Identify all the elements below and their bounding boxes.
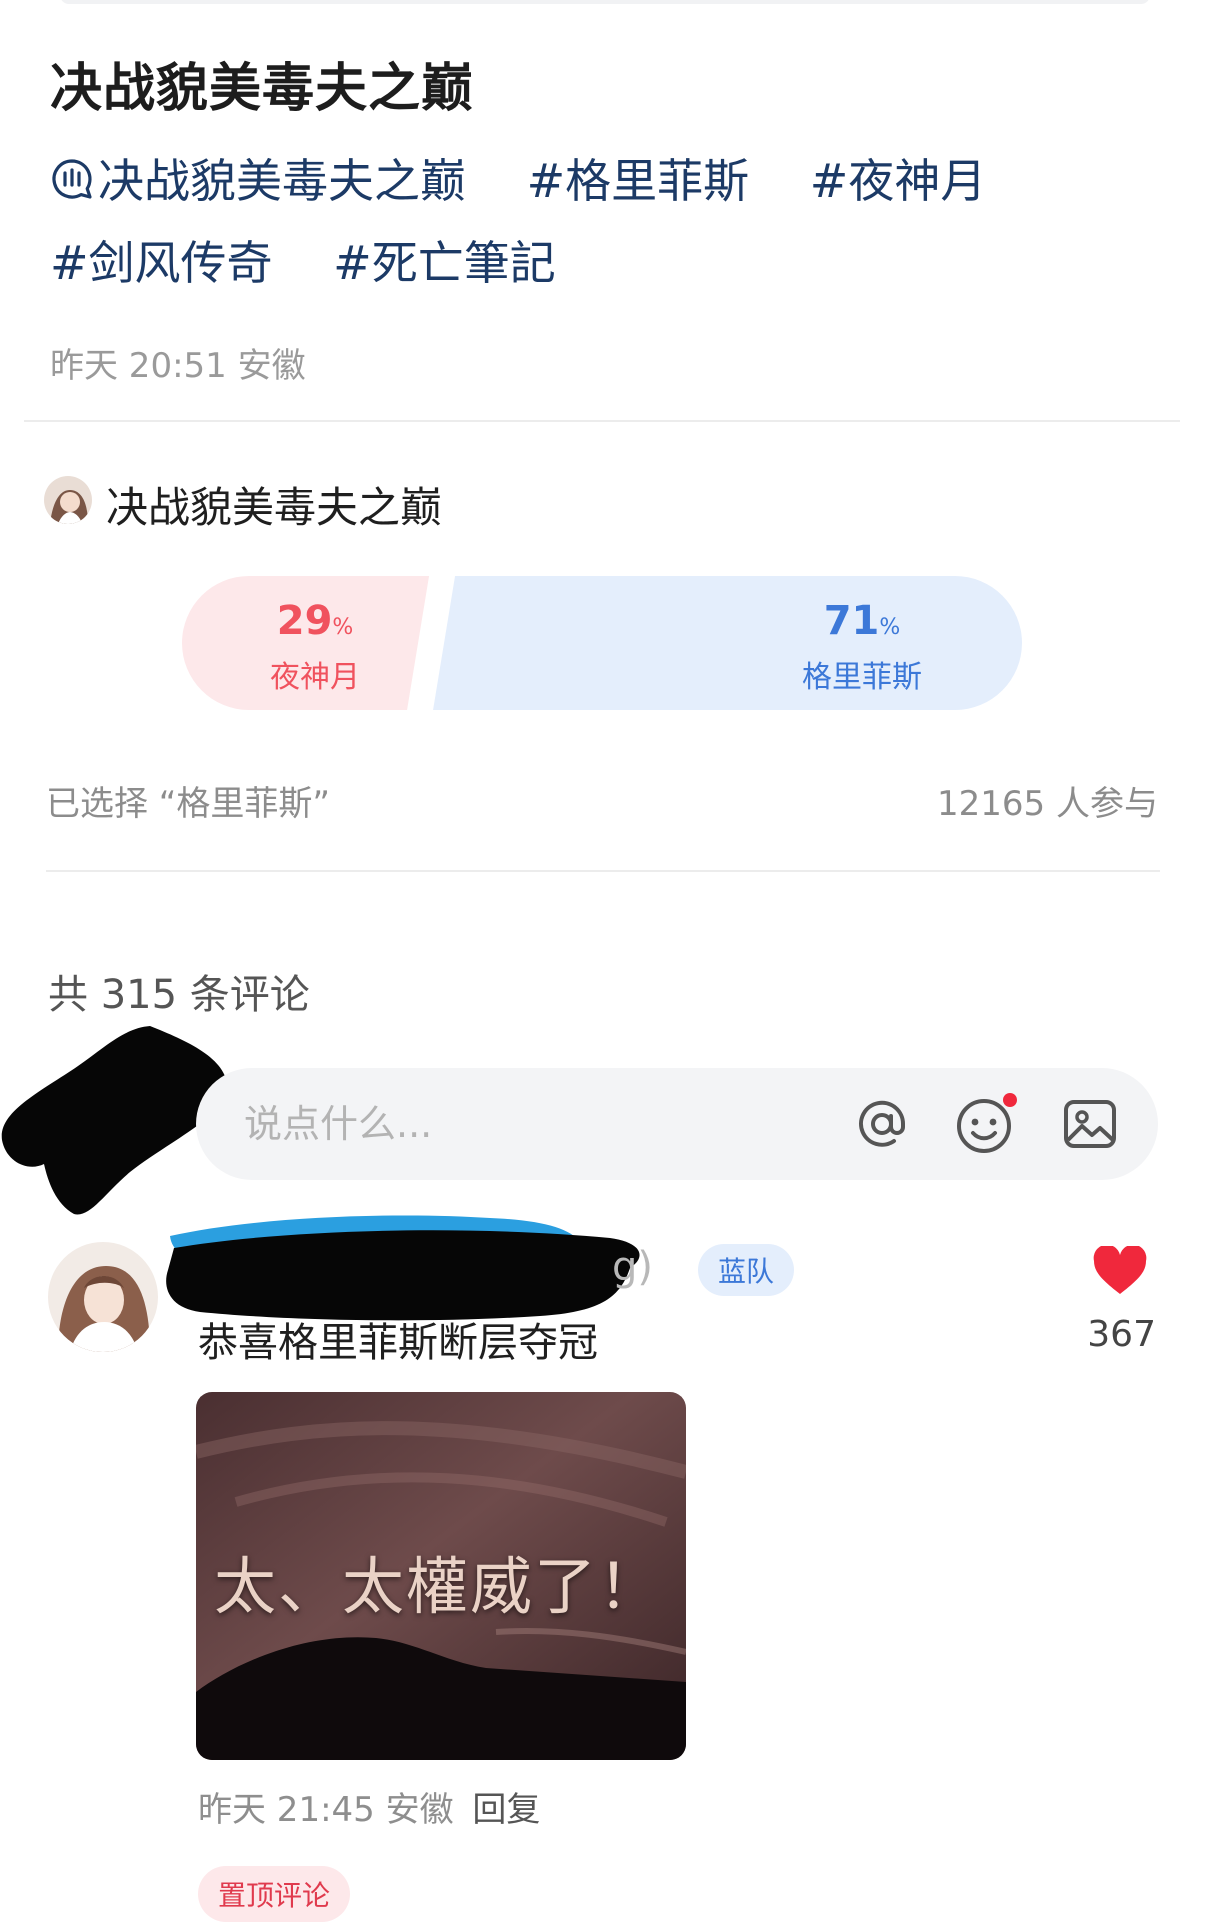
hashtag-yagami-light[interactable]: #夜神月 [810,154,987,208]
username-tail: g) [612,1244,653,1290]
comment-count-heading: 共 315 条评论 [48,972,310,1018]
comment-time: 昨天 21:45 [198,1790,375,1830]
top-card-edge [60,0,1150,4]
team-badge: 蓝队 [698,1244,795,1296]
comment-meta: 昨天 21:45 安徽 回复 [198,1782,540,1831]
post-tags: 决战貌美毒夫之巅 #格里菲斯 #夜神月 #剑风传奇 #死亡筆記 [50,142,1160,302]
topic-bubble-icon [50,146,94,224]
post-title: 决战貌美毒夫之巅 [50,59,475,119]
emoji-icon[interactable] [952,1090,1020,1158]
commenter-avatar[interactable] [48,1242,158,1352]
poll-divider [46,870,1160,872]
post-time: 昨天 20:51 [50,346,227,386]
poll-option-percent: 71% [823,598,901,644]
poll-bars: 29% 夜神月 71% 格里菲斯 [182,576,1022,710]
topic-tag[interactable]: 决战貌美毒夫之巅 [50,154,466,208]
at-icon[interactable] [848,1090,916,1158]
poll-title: 决战貌美毒夫之巅 [106,483,443,532]
new-dot-indicator [1003,1093,1017,1107]
comment-input-bar [196,1068,1158,1180]
poll-option-name: 夜神月 [270,660,361,695]
post-meta: 昨天 20:51 安徽 [50,338,306,387]
comment-input[interactable] [244,1068,804,1180]
comment-text: 恭喜格里菲斯断层夺冠 [198,1320,598,1366]
comment-location: 安徽 [385,1790,454,1830]
section-divider [24,420,1180,422]
like-count: 367 [1087,1314,1156,1355]
hashtag-griffith[interactable]: #格里菲斯 [527,154,750,208]
poll-participant-count: 12165 人参与 [937,784,1158,824]
poll-option-yagami-light[interactable]: 29% 夜神月 [232,598,398,696]
hashtag-death-note[interactable]: #死亡筆記 [333,236,556,290]
image-icon[interactable] [1056,1090,1124,1158]
hashtag-berserk[interactable]: #剑风传奇 [50,236,273,290]
image-caption: 太、太權威了！ [214,1550,663,1623]
poll-avatar [44,476,92,524]
topic-tag-label: 决战貌美毒夫之巅 [98,154,466,208]
comment-image[interactable]: 太、太權威了！ [196,1392,686,1760]
reply-button[interactable]: 回复 [472,1790,540,1830]
poll-option-name: 格里菲斯 [802,660,922,695]
poll-selected-text: 已选择 “格里菲斯” [46,784,331,824]
poll-option-griffith[interactable]: 71% 格里菲斯 [762,598,962,696]
poll-option-percent: 29% [276,598,354,644]
post-location: 安徽 [237,346,306,386]
pinned-comment-badge: 置顶评论 [198,1866,351,1922]
heart-icon[interactable] [1092,1244,1148,1296]
